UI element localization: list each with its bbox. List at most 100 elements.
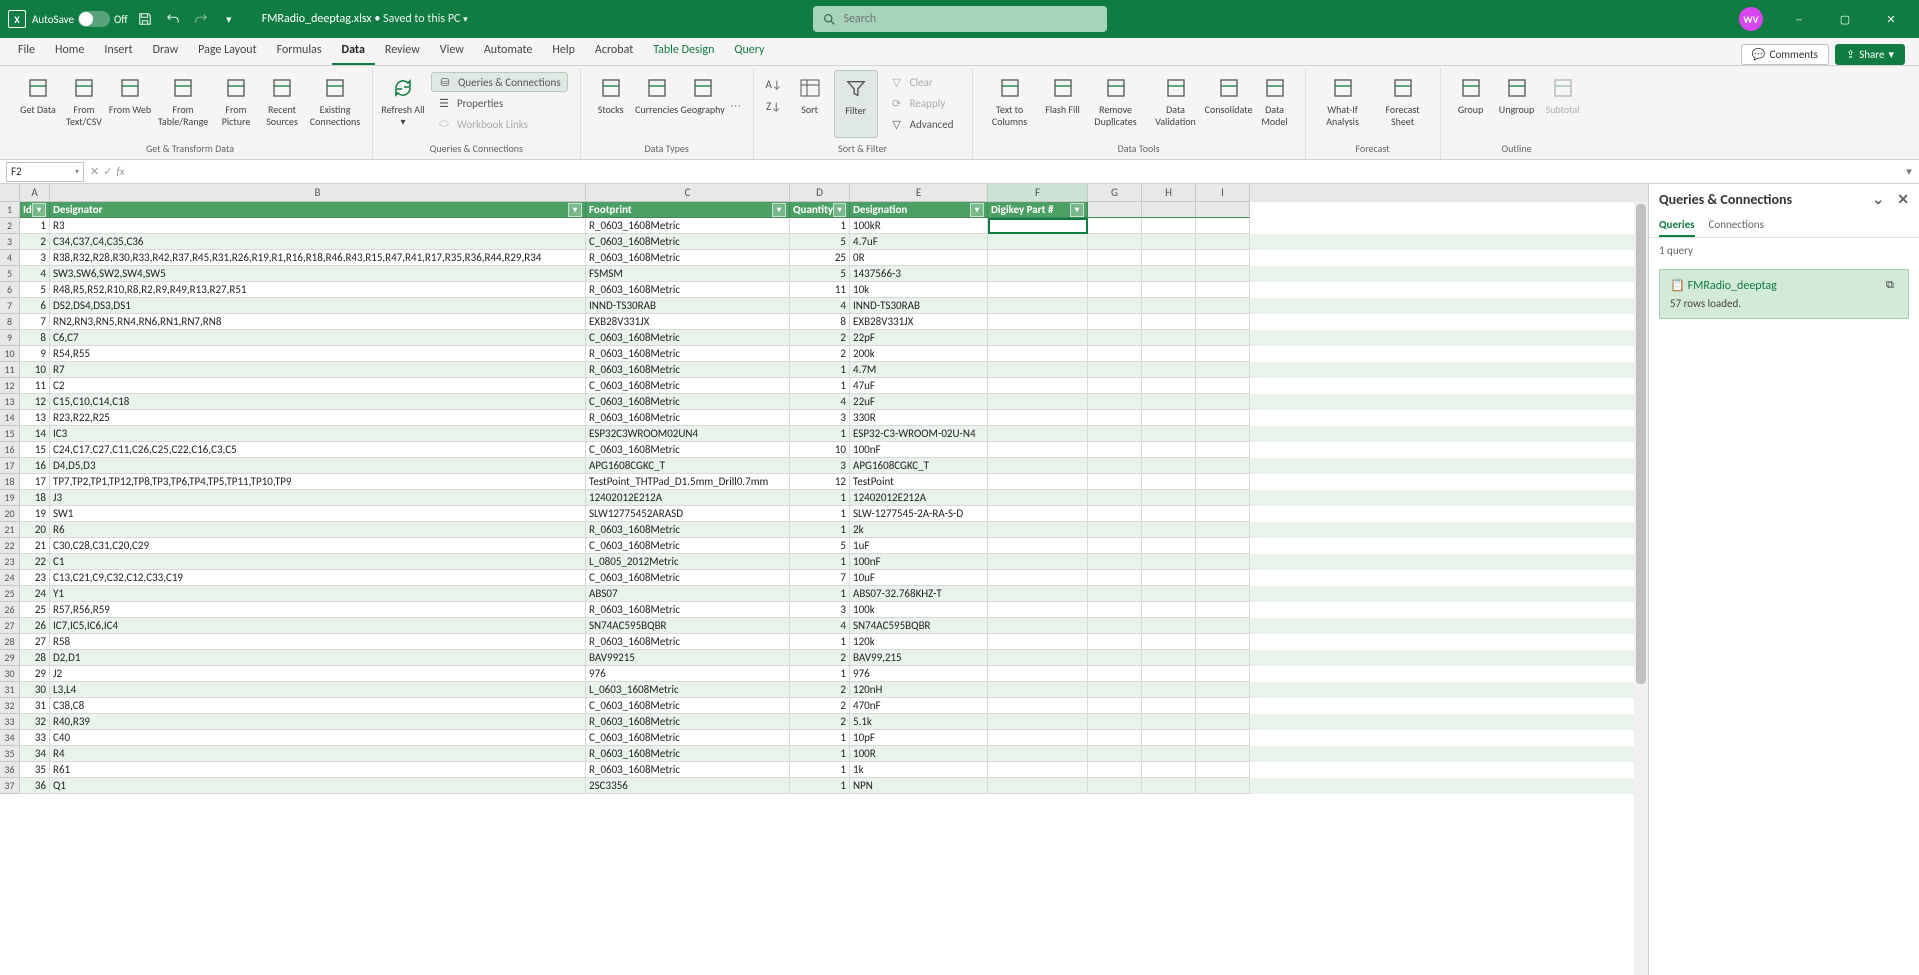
row-header[interactable]: 26 [0,602,20,618]
cell[interactable] [988,266,1088,282]
cell[interactable]: 8 [790,314,850,330]
filter-button[interactable]: Filter [834,70,878,138]
row-header[interactable]: 32 [0,698,20,714]
maximize-icon[interactable]: ▢ [1823,0,1867,38]
cell[interactable]: APG1608CGKC_T [586,458,790,474]
cell[interactable]: 12402012E212A [586,490,790,506]
cell[interactable] [1088,362,1142,378]
cell[interactable]: 27 [20,634,50,650]
cell[interactable] [1088,682,1142,698]
cell[interactable] [988,618,1088,634]
cell[interactable] [1196,698,1250,714]
cell[interactable]: 11 [20,378,50,394]
filename[interactable]: FMRadio_deeptag.xlsx • Saved to this PC … [262,12,468,26]
cell[interactable]: 10pF [850,730,988,746]
cell[interactable] [1142,410,1196,426]
table-row[interactable]: 98C6,C7C_0603_1608Metric222pF [0,330,1648,346]
row-header[interactable]: 10 [0,346,20,362]
cell[interactable] [1088,394,1142,410]
cell[interactable]: 100nF [850,554,988,570]
row-header[interactable]: 11 [0,362,20,378]
panel-tab-queries[interactable]: Queries [1659,214,1695,237]
cell[interactable] [1088,554,1142,570]
row-header[interactable]: 16 [0,442,20,458]
cell[interactable] [1196,266,1250,282]
text-to-columns-button[interactable]: Text to Columns [981,70,1039,138]
row-header[interactable]: 17 [0,458,20,474]
cell[interactable]: 1 [790,362,850,378]
row-header[interactable]: 5 [0,266,20,282]
spreadsheet-grid[interactable]: ABCDEFGHI 1Id▾Designator▾Footprint▾Quant… [0,184,1649,975]
cell[interactable]: 35 [20,762,50,778]
cell[interactable]: 5 [790,538,850,554]
cell[interactable] [1088,442,1142,458]
cell[interactable]: C1 [50,554,586,570]
cell[interactable]: 2 [790,650,850,666]
cell[interactable]: 5 [20,282,50,298]
table-row[interactable]: 3736Q12SC33561NPN [0,778,1648,794]
recent-sources-button[interactable]: Recent Sources [260,70,304,138]
row-header[interactable]: 15 [0,426,20,442]
cell[interactable]: SN74AC595BQBR [850,618,988,634]
cell[interactable]: R7 [50,362,586,378]
cell[interactable]: 1 [790,554,850,570]
cell[interactable] [1196,346,1250,362]
row-header[interactable]: 6 [0,282,20,298]
cell[interactable]: 14 [20,426,50,442]
share-button[interactable]: ⇪ Share ▾ [1835,44,1905,65]
data-model-button[interactable]: Data Model [1253,70,1297,138]
cell[interactable]: 32 [20,714,50,730]
table-row[interactable]: 87RN2,RN3,RN5,RN4,RN6,RN1,RN7,RN8EXB28V3… [0,314,1648,330]
tab-data[interactable]: Data [332,37,375,65]
group-button[interactable]: Group [1449,70,1493,138]
cell[interactable]: C6,C7 [50,330,586,346]
cell[interactable] [1196,394,1250,410]
row-header[interactable]: 36 [0,762,20,778]
cell[interactable]: C_0603_1608Metric [586,570,790,586]
cell[interactable] [988,394,1088,410]
table-row[interactable]: 3231C38,C8C_0603_1608Metric2470nF [0,698,1648,714]
cell[interactable]: 1 [790,762,850,778]
cell[interactable]: 1 [790,522,850,538]
table-row[interactable]: 2827R58R_0603_1608Metric1120k [0,634,1648,650]
cell[interactable] [988,522,1088,538]
cell[interactable] [988,378,1088,394]
cell[interactable] [1142,474,1196,490]
cell[interactable]: INND-TS30RAB [586,298,790,314]
cell[interactable] [1196,682,1250,698]
cell[interactable] [1088,282,1142,298]
table-row[interactable]: 3534R4R_0603_1608Metric1100R [0,746,1648,762]
tab-insert[interactable]: Insert [94,37,142,65]
cell[interactable]: TestPoint_THTPad_D1.5mm_Drill0.7mm [586,474,790,490]
cell[interactable]: C34,C37,C4,C35,C36 [50,234,586,250]
cell[interactable]: 5.1k [850,714,988,730]
cell[interactable] [1142,682,1196,698]
cell[interactable]: L_0603_1608Metric [586,682,790,698]
cell[interactable]: SLW-1277545-2A-RA-S-D [850,506,988,522]
cell[interactable] [1088,330,1142,346]
cell[interactable]: 200k [850,346,988,362]
cell[interactable]: 19 [20,506,50,522]
cell[interactable] [988,458,1088,474]
cell[interactable] [1088,666,1142,682]
cell[interactable]: 1 [790,218,850,234]
table-row[interactable]: 2524Y1ABS071ABS07-32.768KHZ-T [0,586,1648,602]
tab-automate[interactable]: Automate [474,37,543,65]
row-header[interactable]: 22 [0,538,20,554]
cell[interactable]: 22uF [850,394,988,410]
row-header[interactable]: 18 [0,474,20,490]
filter-dropdown-icon[interactable]: ▾ [568,203,582,217]
close-icon[interactable]: ✕ [1869,0,1913,38]
fx-icon[interactable]: fx [116,165,124,178]
cell[interactable] [1196,378,1250,394]
cell[interactable]: R_0603_1608Metric [586,602,790,618]
table-row[interactable]: 1716D4,D5,D3APG1608CGKC_T3APG1608CGKC_T [0,458,1648,474]
cell[interactable] [1196,202,1250,218]
save-icon[interactable] [134,8,156,30]
cell[interactable] [1142,634,1196,650]
get-data-button[interactable]: Get Data [16,70,60,138]
cell[interactable]: SW3,SW6,SW2,SW4,SW5 [50,266,586,282]
cell[interactable]: IC3 [50,426,586,442]
cell[interactable] [1088,458,1142,474]
row-header[interactable]: 25 [0,586,20,602]
